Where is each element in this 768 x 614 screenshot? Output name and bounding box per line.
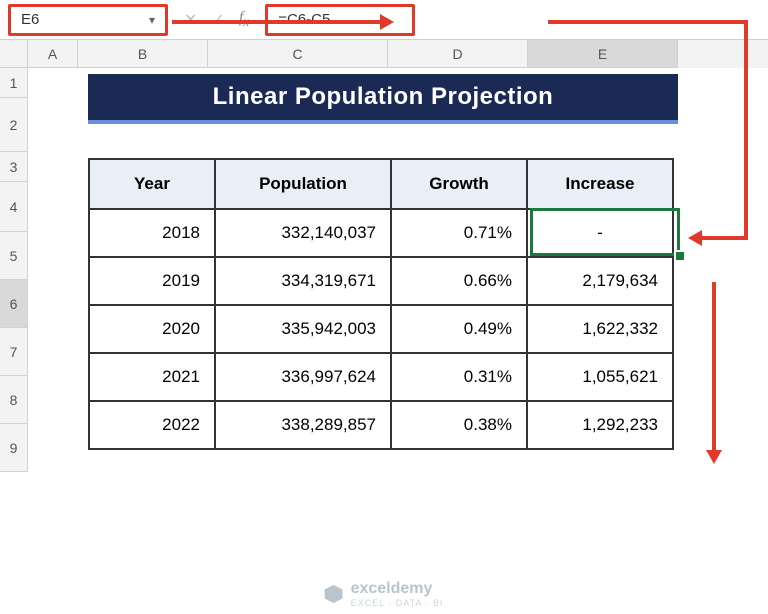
col-increase[interactable]: Increase bbox=[527, 159, 673, 209]
col-header-active[interactable]: E bbox=[528, 40, 678, 68]
cell[interactable]: 2019 bbox=[89, 257, 215, 305]
table-row: 2019334,319,6710.66%2,179,634 bbox=[89, 257, 673, 305]
arrow-head-icon bbox=[688, 230, 702, 246]
cell[interactable]: 1,622,332 bbox=[527, 305, 673, 353]
cell[interactable]: 0.49% bbox=[391, 305, 527, 353]
table-row: 2020335,942,0030.49%1,622,332 bbox=[89, 305, 673, 353]
cell[interactable]: 2020 bbox=[89, 305, 215, 353]
row-header[interactable]: 7 bbox=[0, 328, 28, 376]
logo-icon bbox=[325, 585, 343, 603]
column-headers: A B C D E bbox=[28, 40, 768, 68]
table-row: 2021336,997,6240.31%1,055,621 bbox=[89, 353, 673, 401]
col-header[interactable]: A bbox=[28, 40, 78, 68]
row-header[interactable]: 3 bbox=[0, 152, 28, 182]
annotation-arrow bbox=[744, 20, 748, 240]
watermark: exceldemy EXCEL · DATA · BI bbox=[325, 580, 444, 608]
cell[interactable]: 0.71% bbox=[391, 209, 527, 257]
col-population[interactable]: Population bbox=[215, 159, 391, 209]
col-header[interactable]: D bbox=[388, 40, 528, 68]
name-box-value: E6 bbox=[21, 11, 39, 28]
cell[interactable]: 335,942,003 bbox=[215, 305, 391, 353]
annotation-arrow bbox=[700, 236, 748, 240]
cell[interactable]: 338,289,857 bbox=[215, 401, 391, 449]
watermark-brand: exceldemy bbox=[351, 580, 444, 598]
arrow-head-icon bbox=[706, 450, 722, 464]
cell[interactable]: 334,319,671 bbox=[215, 257, 391, 305]
cell[interactable]: 2018 bbox=[89, 209, 215, 257]
row-header[interactable]: 1 bbox=[0, 68, 28, 98]
col-header[interactable]: B bbox=[78, 40, 208, 68]
cell[interactable]: 0.31% bbox=[391, 353, 527, 401]
fill-handle[interactable] bbox=[674, 250, 686, 262]
cell[interactable]: 332,140,037 bbox=[215, 209, 391, 257]
annotation-arrow bbox=[712, 282, 716, 452]
row-header[interactable]: 9 bbox=[0, 424, 28, 472]
col-year[interactable]: Year bbox=[89, 159, 215, 209]
row-header-active[interactable]: 6 bbox=[0, 280, 28, 328]
cell[interactable]: 2021 bbox=[89, 353, 215, 401]
cell[interactable]: 2,179,634 bbox=[527, 257, 673, 305]
col-header[interactable]: C bbox=[208, 40, 388, 68]
select-all-corner[interactable] bbox=[0, 40, 28, 68]
cell[interactable]: 1,292,233 bbox=[527, 401, 673, 449]
row-header[interactable]: 4 bbox=[0, 182, 28, 232]
watermark-tag: EXCEL · DATA · BI bbox=[351, 598, 444, 608]
cell[interactable]: 0.38% bbox=[391, 401, 527, 449]
row-headers: 1 2 3 4 5 6 7 8 9 bbox=[0, 68, 28, 472]
chevron-down-icon[interactable]: ▾ bbox=[149, 13, 155, 27]
table-header-row: Year Population Growth Increase bbox=[89, 159, 673, 209]
page-title: Linear Population Projection bbox=[88, 74, 678, 120]
name-box[interactable]: E6 ▾ bbox=[8, 4, 168, 36]
arrow-head-icon bbox=[380, 14, 394, 30]
table-row: 2022338,289,8570.38%1,292,233 bbox=[89, 401, 673, 449]
annotation-arrow bbox=[548, 20, 748, 24]
sheet-area: 1 2 3 4 5 6 7 8 9 A B C D E Linear Popul… bbox=[0, 40, 768, 614]
title-underline bbox=[88, 120, 678, 124]
data-table: Year Population Growth Increase 2018332,… bbox=[88, 158, 674, 450]
cell[interactable]: 336,997,624 bbox=[215, 353, 391, 401]
col-growth[interactable]: Growth bbox=[391, 159, 527, 209]
table-row: 2018332,140,0370.71%- bbox=[89, 209, 673, 257]
cell[interactable]: 1,055,621 bbox=[527, 353, 673, 401]
annotation-arrow bbox=[172, 20, 382, 24]
cell[interactable]: - bbox=[527, 209, 673, 257]
cell[interactable]: 2022 bbox=[89, 401, 215, 449]
row-header[interactable]: 5 bbox=[0, 232, 28, 280]
row-header[interactable]: 2 bbox=[0, 98, 28, 152]
row-header[interactable]: 8 bbox=[0, 376, 28, 424]
cell[interactable]: 0.66% bbox=[391, 257, 527, 305]
